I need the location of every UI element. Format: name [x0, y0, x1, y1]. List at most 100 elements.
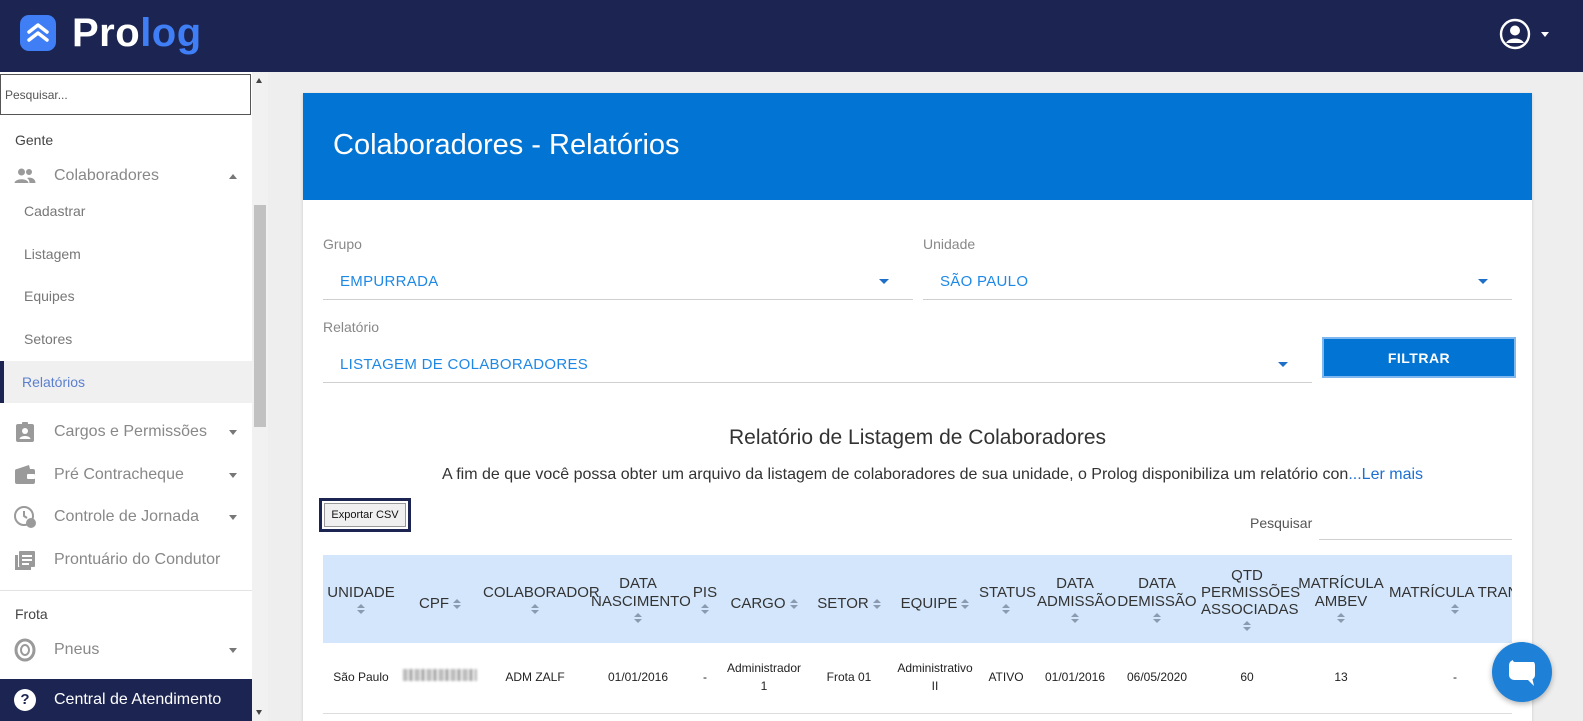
column-header-cargo[interactable]: CARGO	[723, 555, 805, 643]
sidebar-subitem-cadastrar[interactable]: Cadastrar	[0, 190, 252, 232]
table-row[interactable]: São Paulo ADM ZALF 01/01/2016 - Administ…	[323, 643, 1512, 713]
sort-icon[interactable]	[961, 599, 970, 610]
export-csv-button[interactable]: Exportar CSV	[319, 498, 411, 532]
table-search-input[interactable]	[1319, 506, 1512, 540]
column-header-qtd-permissoes[interactable]: QTD PERMISSÕES ASSOCIADAS	[1199, 555, 1300, 643]
sort-icon[interactable]	[1153, 612, 1161, 623]
relatorio-label: Relatório	[323, 319, 380, 335]
tire-icon	[14, 638, 36, 662]
sidebar-subitem-equipes[interactable]: Equipes	[0, 275, 252, 317]
grupo-value: EMPURRADA	[340, 273, 439, 290]
sidebar-item-label: Colaboradores	[54, 167, 159, 184]
badge-icon	[16, 422, 34, 442]
people-icon	[14, 168, 36, 183]
clock-icon	[14, 506, 36, 528]
sort-icon[interactable]	[1451, 604, 1459, 615]
unidade-label: Unidade	[923, 236, 976, 252]
sort-icon[interactable]	[1002, 604, 1010, 615]
cell-data-demissao: 06/05/2020	[1126, 670, 1188, 685]
column-header-matricula-transportadora[interactable]: MATRÍCULA TRANSPORTADORA	[1387, 555, 1512, 643]
document-list-icon	[15, 551, 35, 570]
sidebar-item-contracheque[interactable]: Pré Contracheque	[0, 454, 252, 496]
sidebar-item-label: Cargos e Permissões	[54, 423, 207, 440]
cell-unidade: São Paulo	[333, 670, 389, 685]
cell-equipe: Administrativo II	[897, 661, 973, 693]
logo-mark-icon	[20, 15, 56, 51]
chevron-down-icon	[879, 279, 889, 284]
sort-icon[interactable]	[634, 612, 642, 623]
grupo-select[interactable]: EMPURRADA	[323, 260, 913, 300]
sidebar-item-prontuario[interactable]: Prontuário do Condutor	[0, 539, 252, 581]
wallet-icon	[15, 465, 35, 484]
scrollbar-thumb[interactable]	[254, 205, 266, 427]
read-more-link[interactable]: ...Ler mais	[1348, 466, 1423, 483]
sidebar-item-label: Controle de Jornada	[54, 508, 199, 525]
unidade-value: SÃO PAULO	[940, 273, 1029, 290]
sort-icon[interactable]	[531, 604, 539, 615]
top-navbar: Prolog	[0, 0, 1583, 72]
cell-data-admissao: 01/01/2016	[1044, 670, 1106, 685]
scroll-up-icon[interactable]	[256, 78, 262, 83]
cell-data-nascimento: 01/01/2016	[607, 670, 669, 685]
sort-icon[interactable]	[872, 599, 881, 610]
column-header-matricula-ambev[interactable]: MATRÍCULA AMBEV	[1295, 555, 1387, 643]
sort-icon[interactable]	[453, 599, 461, 610]
cell-colaborador: ADM ZALF	[505, 670, 565, 685]
sort-icon[interactable]	[789, 599, 798, 610]
user-menu[interactable]	[1499, 18, 1549, 50]
sidebar-item-jornada[interactable]: Controle de Jornada	[0, 496, 252, 538]
chat-icon	[1509, 658, 1535, 686]
column-header-data-demissao[interactable]: DATA DEMISSÃO	[1115, 555, 1199, 643]
chat-support-button[interactable]	[1492, 642, 1552, 702]
unidade-select[interactable]: SÃO PAULO	[923, 260, 1512, 300]
chevron-down-icon	[229, 429, 237, 435]
column-header-unidade[interactable]: UNIDADE	[323, 555, 399, 643]
sort-icon[interactable]	[1337, 612, 1345, 623]
user-account-icon	[1499, 18, 1531, 50]
report-description: A fim de que você possa obter um arquivo…	[442, 466, 1424, 483]
cell-status: ATIVO	[988, 670, 1024, 685]
sidebar-subitem-relatorios[interactable]: Relatórios	[0, 361, 252, 403]
filtrar-button[interactable]: FILTRAR	[1322, 337, 1516, 378]
sidebar-subitem-listagem[interactable]: Listagem	[0, 233, 252, 275]
report-title: Relatório de Listagem de Colaboradores	[728, 426, 1107, 449]
column-header-cpf[interactable]: CPF	[399, 555, 481, 643]
sidebar: Gente Colaboradores Cadastrar Listagem E…	[0, 72, 268, 721]
report-card: Colaboradores - Relatórios Grupo EMPURRA…	[303, 93, 1532, 721]
sidebar-item-pneus[interactable]: Pneus	[0, 629, 252, 671]
help-center-button[interactable]: ? Central de Atendimento	[0, 679, 252, 721]
table-header-row: UNIDADE CPF COLABORADOR DATA NASCIMENTO …	[323, 555, 1512, 643]
sort-icon[interactable]	[701, 604, 709, 615]
cell-qtd-permissoes: 60	[1240, 670, 1254, 685]
column-header-data-nascimento[interactable]: DATA NASCIMENTO	[589, 555, 691, 643]
sidebar-item-cargos[interactable]: Cargos e Permissões	[0, 411, 252, 453]
sort-icon[interactable]	[1071, 612, 1079, 623]
column-header-equipe[interactable]: EQUIPE	[893, 555, 977, 643]
cell-cpf	[399, 643, 481, 713]
column-header-colaborador[interactable]: COLABORADOR	[481, 555, 600, 643]
column-header-data-admissao[interactable]: DATA ADMISSÃO	[1035, 555, 1116, 643]
sort-icon[interactable]	[357, 604, 365, 615]
column-header-pis[interactable]: PIS	[687, 555, 723, 643]
sidebar-divider	[0, 590, 252, 591]
sidebar-item-label: Prontuário do Condutor	[54, 551, 221, 568]
cpf-redacted	[403, 669, 477, 682]
relatorio-select[interactable]: LISTAGEM DE COLABORADORES	[323, 343, 1312, 383]
grupo-label: Grupo	[323, 236, 362, 252]
column-header-status[interactable]: STATUS	[977, 555, 1036, 643]
chevron-down-icon	[1278, 362, 1288, 367]
prolog-logo[interactable]: Prolog	[20, 13, 202, 53]
sidebar-subitem-setores[interactable]: Setores	[0, 318, 252, 360]
colaboradores-table: UNIDADE CPF COLABORADOR DATA NASCIMENTO …	[323, 555, 1512, 721]
column-header-setor[interactable]: SETOR	[805, 555, 893, 643]
sidebar-scrollbar[interactable]	[252, 72, 268, 721]
sort-icon[interactable]	[1243, 621, 1251, 632]
chevron-down-icon	[229, 514, 237, 520]
chevron-down-icon	[1478, 279, 1488, 284]
chevron-up-icon	[229, 173, 237, 179]
chevron-down-icon	[1541, 31, 1549, 37]
section-title-gente: Gente	[15, 132, 54, 148]
cell-cargo: Administrador 1	[726, 661, 802, 693]
sidebar-search-input[interactable]	[0, 74, 251, 115]
scroll-down-icon[interactable]	[256, 710, 262, 715]
